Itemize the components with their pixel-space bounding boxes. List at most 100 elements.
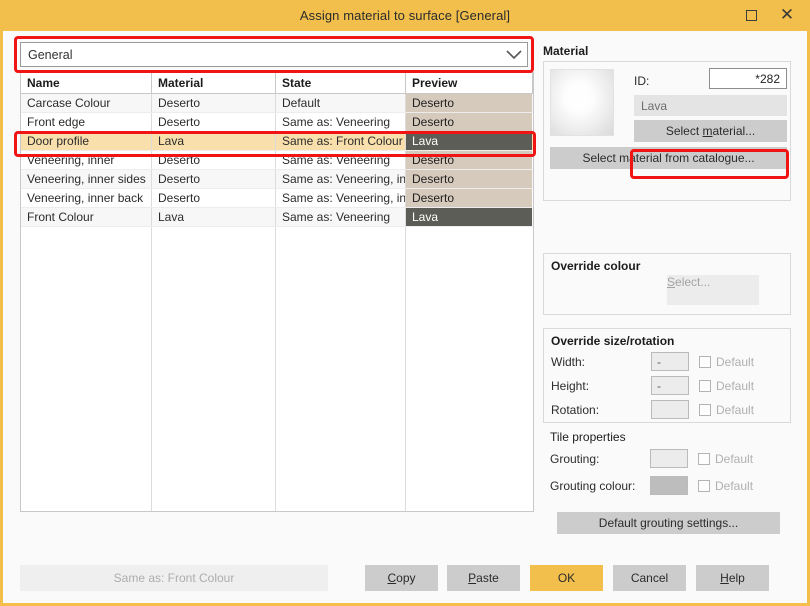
empty-cell xyxy=(21,379,152,398)
table-row[interactable]: Front Colour Lava Same as: Veneering Lava xyxy=(21,208,533,227)
empty-cell xyxy=(406,360,533,379)
size-field-label: Width: xyxy=(551,354,586,369)
empty-cell xyxy=(152,455,276,474)
preview-swatch: Lava xyxy=(406,132,532,150)
table-body: Carcase Colour Deserto Default Deserto Front… xyxy=(21,94,533,511)
empty-cell xyxy=(152,303,276,322)
empty-cell xyxy=(276,436,406,455)
override-colour-select-button[interactable]: Select... xyxy=(667,275,759,305)
empty-cell xyxy=(406,379,533,398)
surfaces-table[interactable]: Name Material State Preview Carcase Colo… xyxy=(20,72,534,512)
empty-cell xyxy=(21,227,152,246)
empty-cell xyxy=(406,341,533,360)
empty-cell xyxy=(152,265,276,284)
table-row[interactable]: Door profile Lava Same as: Front Colour Lav… xyxy=(21,132,533,151)
default-checkbox-wrap[interactable]: Default xyxy=(699,403,754,417)
ok-button[interactable]: OK xyxy=(530,565,603,591)
preview-swatch: Deserto xyxy=(406,170,532,188)
tile-field-label: Grouting colour: xyxy=(550,478,636,493)
table-row[interactable]: Carcase Colour Deserto Default Deserto xyxy=(21,94,533,113)
preview-swatch: Lava xyxy=(406,208,532,226)
cell-material: Deserto xyxy=(152,113,276,131)
cancel-button[interactable]: Cancel xyxy=(613,565,686,591)
table-empty-row xyxy=(21,227,533,246)
cell-name: Front edge xyxy=(21,113,152,131)
cell-preview: Deserto xyxy=(406,113,533,131)
override-colour-select-label: Select... xyxy=(667,275,711,289)
checkbox-icon[interactable] xyxy=(698,479,710,492)
default-checkbox-wrap[interactable]: Default xyxy=(698,479,753,493)
default-checkbox-wrap[interactable]: Default xyxy=(699,379,754,393)
cell-state: Same as: Veneering xyxy=(276,208,406,226)
empty-cell xyxy=(406,284,533,303)
column-header-material[interactable]: Material xyxy=(152,73,276,93)
size-field-input[interactable]: - xyxy=(651,376,689,395)
empty-cell xyxy=(406,303,533,322)
tile-field-swatch[interactable] xyxy=(650,449,688,468)
chevron-down-icon xyxy=(501,49,527,60)
column-header-preview[interactable]: Preview xyxy=(406,73,533,93)
cell-preview: Lava xyxy=(406,208,533,226)
checkbox-icon[interactable] xyxy=(698,452,710,465)
paste-button[interactable]: Paste xyxy=(447,565,520,591)
default-checkbox-label: Default xyxy=(715,451,754,466)
size-field-row: Width: - Default xyxy=(551,351,787,372)
empty-cell xyxy=(406,474,533,493)
empty-cell xyxy=(21,303,152,322)
table-row[interactable]: Veneering, inner back Deserto Same as: Ven… xyxy=(21,189,533,208)
checkbox-icon[interactable] xyxy=(699,403,711,416)
empty-cell xyxy=(152,322,276,341)
column-header-name[interactable]: Name xyxy=(21,73,152,93)
empty-cell xyxy=(152,493,276,511)
default-grouting-settings-button[interactable]: Default grouting settings... xyxy=(557,512,780,534)
empty-cell xyxy=(21,265,152,284)
cell-preview: Deserto xyxy=(406,151,533,169)
empty-cell xyxy=(152,227,276,246)
column-header-state[interactable]: State xyxy=(276,73,406,93)
close-button[interactable]: ✕ xyxy=(770,0,804,31)
default-checkbox-wrap[interactable]: Default xyxy=(698,452,753,466)
override-colour-title: Override colour xyxy=(551,259,641,273)
size-field-input[interactable] xyxy=(651,400,689,419)
copy-label: Copy xyxy=(387,571,416,585)
title-bar: Assign material to surface [General] ✕ xyxy=(0,0,810,31)
empty-cell xyxy=(406,493,533,511)
id-label: ID: xyxy=(634,74,650,88)
cell-material: Deserto xyxy=(152,94,276,112)
checkbox-icon[interactable] xyxy=(699,379,711,392)
default-checkbox-label: Default xyxy=(716,378,755,393)
cell-name: Veneering, inner back xyxy=(21,189,152,207)
default-checkbox-wrap[interactable]: Default xyxy=(699,355,754,369)
tile-field-swatch[interactable] xyxy=(650,476,688,495)
tile-field-row: Grouting colour: Default xyxy=(550,475,786,496)
copy-button[interactable]: Copy xyxy=(365,565,438,591)
empty-cell xyxy=(406,227,533,246)
empty-cell xyxy=(21,455,152,474)
table-empty-row xyxy=(21,341,533,360)
table-empty-row xyxy=(21,303,533,322)
cell-preview: Deserto xyxy=(406,189,533,207)
default-checkbox-label: Default xyxy=(716,402,755,417)
checkbox-icon[interactable] xyxy=(699,355,711,368)
material-name-field: Lava xyxy=(634,95,787,116)
override-size-rotation-group: Override size/rotation Width: - Default Hei… xyxy=(543,328,791,423)
cell-material: Lava xyxy=(152,132,276,150)
category-dropdown[interactable]: General xyxy=(20,42,528,67)
empty-cell xyxy=(21,436,152,455)
maximize-button[interactable] xyxy=(734,0,768,31)
id-input[interactable]: *282 xyxy=(709,68,787,89)
material-group-box: ID: *282 Lava Select material... Select … xyxy=(543,61,791,201)
dialog-title: Assign material to surface [General] xyxy=(299,8,511,23)
footer-bar: Same as: Front Colour Copy Paste OK Canc… xyxy=(3,565,807,595)
empty-cell xyxy=(276,379,406,398)
help-button[interactable]: Help xyxy=(696,565,769,591)
select-material-from-catalogue-button[interactable]: Select material from catalogue... xyxy=(550,147,787,169)
size-field-input[interactable]: - xyxy=(651,352,689,371)
select-material-button[interactable]: Select material... xyxy=(634,120,787,142)
table-row[interactable]: Veneering, inner Deserto Same as: Veneerin… xyxy=(21,151,533,170)
table-row[interactable]: Front edge Deserto Same as: Veneering Deser… xyxy=(21,113,533,132)
default-checkbox-label: Default xyxy=(715,478,754,493)
empty-cell xyxy=(152,398,276,417)
table-row[interactable]: Veneering, inner sides Deserto Same as: Ve… xyxy=(21,170,533,189)
cell-material: Deserto xyxy=(152,189,276,207)
